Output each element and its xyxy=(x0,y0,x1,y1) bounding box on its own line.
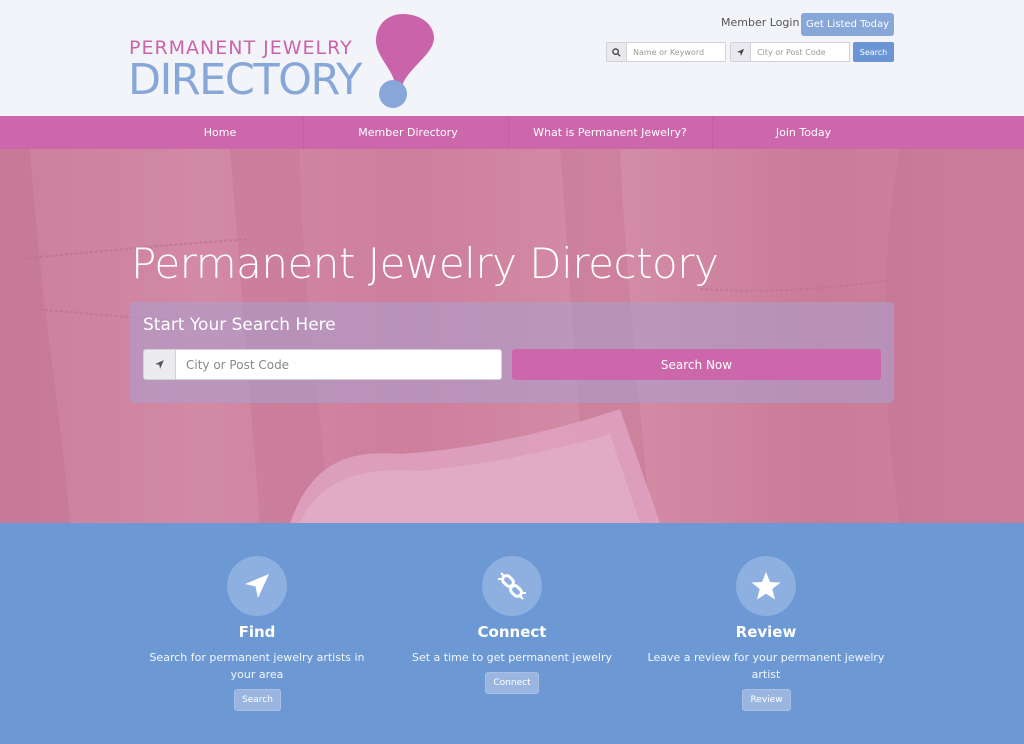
keyword-input[interactable]: Name or Keyword xyxy=(626,42,726,62)
search-icon xyxy=(606,42,626,62)
location-arrow-icon xyxy=(143,349,175,380)
nav-item-join-today[interactable]: Join Today xyxy=(713,116,894,149)
feature-title: Connect xyxy=(477,623,547,641)
header-search-button[interactable]: Search xyxy=(853,42,894,62)
feature-description: Search for permanent jewelry artists in … xyxy=(149,651,365,681)
header-location-search: City or Post Code xyxy=(730,42,850,62)
hero-location-group: City or Post Code xyxy=(143,349,502,380)
star-icon xyxy=(736,556,796,616)
feature-description: Set a time to get permanent jewelry xyxy=(412,651,612,664)
location-input[interactable]: City or Post Code xyxy=(750,42,850,62)
feature-review-button[interactable]: Review xyxy=(742,689,791,711)
location-arrow-icon xyxy=(730,42,750,62)
nav-item-what-is[interactable]: What is Permanent Jewelry? xyxy=(509,116,711,149)
feature-title: Find xyxy=(238,623,276,641)
features-section: Find Search for permanent jewelry artist… xyxy=(0,523,1024,744)
hero-title: Permanent Jewelry Directory xyxy=(131,239,719,288)
hero-location-input[interactable]: City or Post Code xyxy=(175,349,502,380)
feature-search-button[interactable]: Search xyxy=(234,689,281,711)
nav-item-member-directory[interactable]: Member Directory xyxy=(306,116,510,149)
main-nav: Home Member Directory What is Permanent … xyxy=(0,116,1024,149)
hero-search-panel: Start Your Search Here City or Post Code… xyxy=(130,302,894,403)
search-now-button[interactable]: Search Now xyxy=(512,349,881,380)
logo-line-2: DIRECTORY xyxy=(128,55,362,105)
search-panel-title: Start Your Search Here xyxy=(143,315,336,335)
nav-divider xyxy=(303,116,304,149)
header-keyword-search: Name or Keyword xyxy=(606,42,726,62)
location-arrow-icon xyxy=(227,556,287,616)
nav-item-home[interactable]: Home xyxy=(120,116,320,149)
feature-title: Review xyxy=(735,623,797,641)
get-listed-button[interactable]: Get Listed Today xyxy=(801,13,894,36)
site-header: PERMANENT JEWELRY DIRECTORY Member Login… xyxy=(0,0,1024,116)
feature-description: Leave a review for your permanent jewelr… xyxy=(647,651,885,681)
member-login-link[interactable]: Member Login xyxy=(721,16,799,29)
logo-exclamation-icon xyxy=(376,14,434,108)
broken-link-icon xyxy=(482,556,542,616)
hero-section: Permanent Jewelry Directory Start Your S… xyxy=(0,149,1024,523)
site-logo[interactable]: PERMANENT JEWELRY DIRECTORY xyxy=(128,12,448,110)
feature-connect-button[interactable]: Connect xyxy=(485,672,539,694)
